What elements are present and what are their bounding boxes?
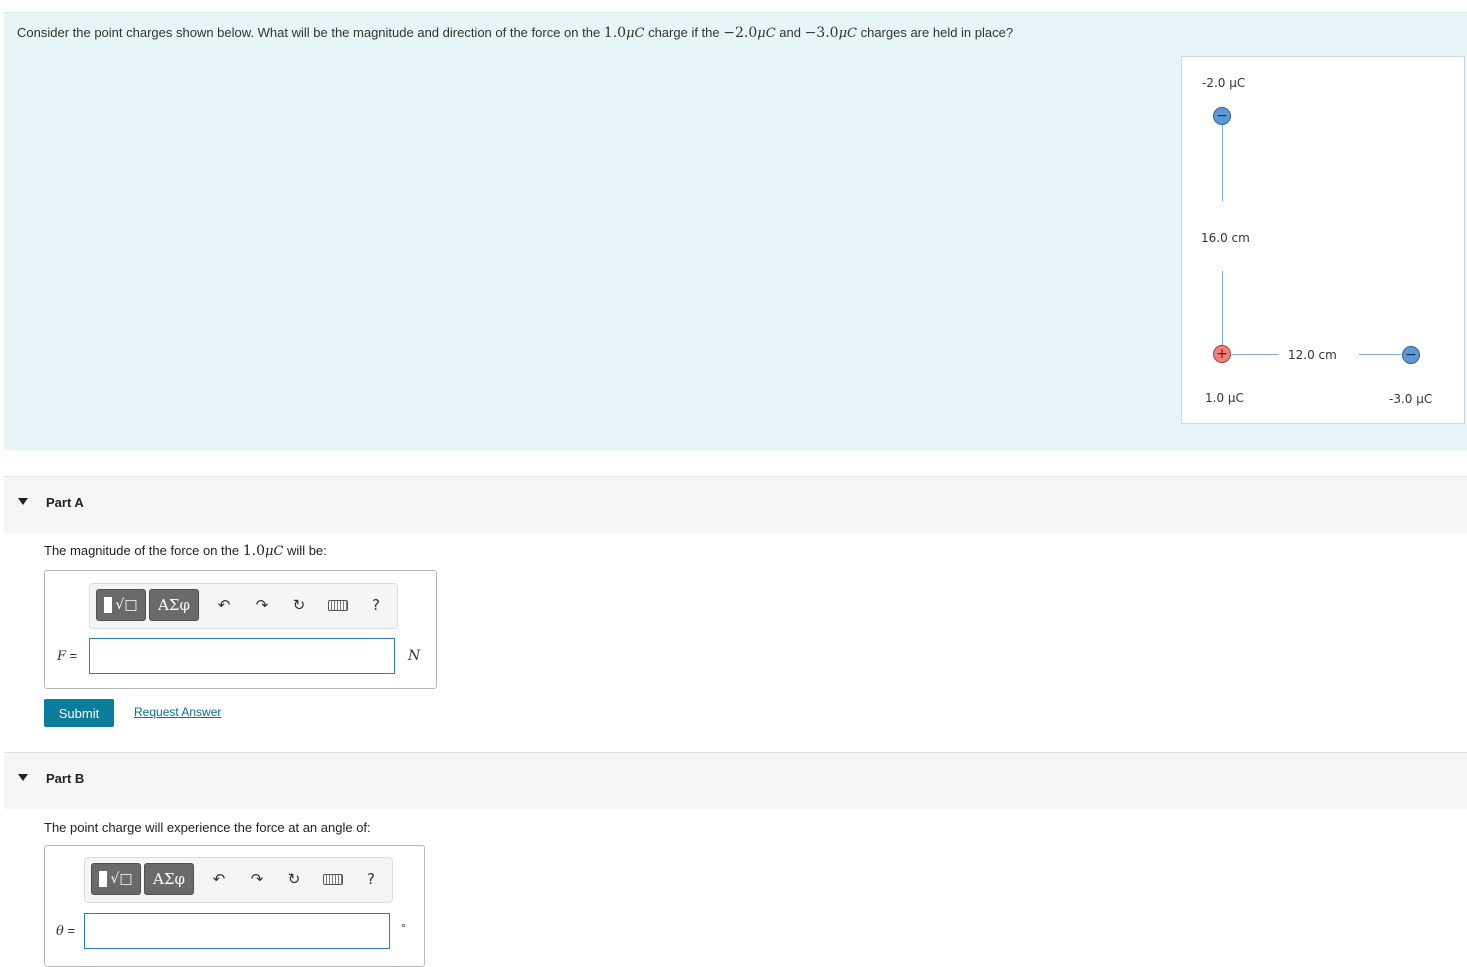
- top-charge-label: -2.0 μC: [1202, 76, 1246, 90]
- part-b-prompt: The point charge will experience the for…: [44, 820, 371, 835]
- question-part: and: [775, 25, 805, 40]
- templates-icon[interactable]: √□: [96, 589, 146, 621]
- horizontal-line-right: [1359, 354, 1401, 355]
- variable-symbol: θ: [56, 924, 64, 939]
- math-toolbar: √□ ΑΣφ ↶ ↷ ↻ ?: [89, 583, 398, 629]
- horizontal-distance-label: 12.0 cm: [1288, 348, 1337, 362]
- charge-unit: μC: [265, 544, 284, 559]
- angle-variable-label: θ =: [56, 923, 75, 939]
- minus-icon: −: [1405, 347, 1417, 363]
- question-part: charge if the: [644, 25, 724, 40]
- equals-sign: =: [66, 648, 78, 663]
- question-part: Consider the point charges shown below. …: [17, 25, 604, 40]
- force-variable-label: F =: [57, 648, 77, 664]
- part-b-title: Part B: [46, 771, 85, 786]
- reset-icon[interactable]: ↻: [284, 869, 304, 889]
- templates-icon[interactable]: √□: [91, 863, 141, 895]
- charge-unit: μC: [626, 26, 645, 41]
- submit-button[interactable]: Submit: [44, 699, 114, 727]
- math-toolbar: √□ ΑΣφ ↶ ↷ ↻ ?: [84, 857, 393, 903]
- part-a-answer-box: √□ ΑΣφ ↶ ↷ ↻ ? F = N: [44, 570, 437, 689]
- collapse-caret-icon[interactable]: [18, 498, 28, 505]
- top-negative-charge: −: [1213, 107, 1231, 125]
- undo-icon[interactable]: ↶: [214, 595, 234, 615]
- vertical-line-upper: [1222, 125, 1223, 201]
- part-a-prompt: The magnitude of the force on the 1.0μC …: [44, 543, 327, 559]
- origin-charge-label: 1.0 μC: [1205, 391, 1244, 405]
- greek-symbols-button[interactable]: ΑΣφ: [144, 863, 194, 895]
- right-charge-label: -3.0 μC: [1389, 392, 1433, 406]
- part-a-title: Part A: [46, 495, 84, 510]
- right-negative-charge: −: [1402, 346, 1420, 364]
- plus-icon: +: [1216, 346, 1228, 362]
- undo-icon[interactable]: ↶: [209, 869, 229, 889]
- unit-label: N: [408, 648, 421, 664]
- question-part: charges are held in place?: [856, 25, 1014, 40]
- part-b-header[interactable]: Part B: [4, 752, 1467, 809]
- charge-value: −2.0: [723, 25, 758, 41]
- collapse-caret-icon[interactable]: [18, 774, 28, 781]
- charge-unit: μC: [838, 26, 857, 41]
- charge-value: −3.0: [804, 25, 839, 41]
- degree-unit-label: °: [401, 921, 406, 935]
- part-a-header[interactable]: Part A: [4, 476, 1467, 533]
- charge-unit: μC: [757, 26, 776, 41]
- vertical-line-lower: [1222, 271, 1223, 347]
- origin-positive-charge: +: [1213, 345, 1231, 363]
- reset-icon[interactable]: ↻: [289, 595, 309, 615]
- charge-value: 1.0: [242, 543, 266, 559]
- angle-answer-input[interactable]: [84, 913, 390, 949]
- request-answer-link[interactable]: Request Answer: [134, 705, 221, 719]
- question-text: Consider the point charges shown below. …: [17, 25, 1013, 41]
- part-b-answer-box: √□ ΑΣφ ↶ ↷ ↻ ? θ = °: [44, 845, 425, 967]
- greek-symbols-button[interactable]: ΑΣφ: [149, 589, 199, 621]
- vertical-distance-label: 16.0 cm: [1201, 231, 1250, 245]
- charge-diagram: -2.0 μC − 16.0 cm + 12.0 cm − 1.0 μC -3.…: [1181, 56, 1465, 424]
- redo-icon[interactable]: ↷: [247, 869, 267, 889]
- help-icon[interactable]: ?: [361, 869, 381, 889]
- equals-sign: =: [63, 923, 76, 938]
- charge-value: 1.0: [603, 25, 627, 41]
- problem-intro: Consider the point charges shown below. …: [4, 12, 1467, 450]
- keyboard-icon[interactable]: [323, 874, 343, 885]
- help-icon[interactable]: ?: [366, 595, 386, 615]
- force-answer-input[interactable]: [89, 638, 395, 674]
- variable-symbol: F: [57, 649, 67, 664]
- redo-icon[interactable]: ↷: [252, 595, 272, 615]
- prompt-text: The magnitude of the force on the: [44, 543, 243, 558]
- horizontal-line-left: [1232, 354, 1278, 355]
- prompt-text: will be:: [283, 543, 327, 558]
- minus-icon: −: [1216, 108, 1228, 124]
- keyboard-icon[interactable]: [328, 600, 348, 611]
